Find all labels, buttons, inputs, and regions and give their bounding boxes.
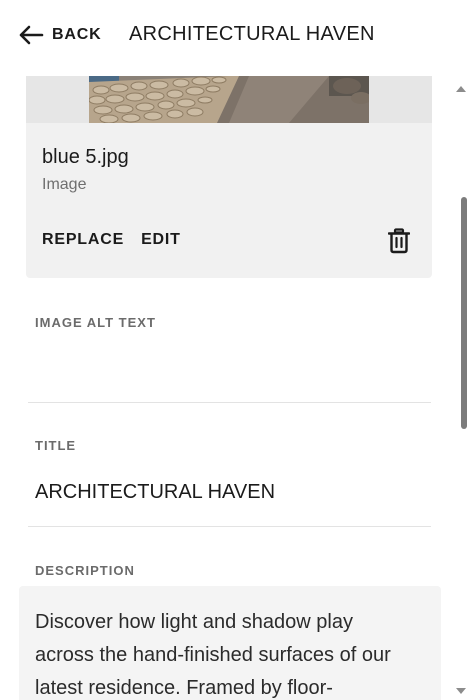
- image-settings-panel: BACK ARCHITECTURAL HAVEN blue 5.jpg Imag…: [0, 0, 467, 700]
- divider: [28, 526, 431, 527]
- edit-button[interactable]: EDIT: [141, 231, 181, 249]
- image-actions: REPLACE EDIT: [42, 231, 181, 249]
- thumbnail-frame: [26, 76, 432, 123]
- title-input[interactable]: ARCHITECTURAL HAVEN: [35, 481, 275, 504]
- back-button[interactable]: BACK: [18, 22, 101, 48]
- alt-text-input[interactable]: [35, 345, 431, 385]
- replace-button[interactable]: REPLACE: [42, 231, 124, 249]
- file-name: blue 5.jpg: [42, 146, 129, 168]
- page-title: ARCHITECTURAL HAVEN: [129, 23, 375, 45]
- scrollbar-thumb[interactable]: [461, 197, 467, 429]
- divider: [28, 402, 431, 403]
- image-card: blue 5.jpg Image REPLACE EDIT: [26, 76, 432, 278]
- description-text: Discover how light and shadow play acros…: [35, 611, 391, 699]
- back-label: BACK: [52, 26, 102, 43]
- scroll-up-arrow-icon[interactable]: [456, 86, 466, 92]
- scroll-down-arrow-icon[interactable]: [456, 688, 466, 694]
- file-type: Image: [42, 176, 87, 193]
- title-label: TITLE: [35, 438, 77, 453]
- trash-icon[interactable]: [387, 228, 411, 254]
- alt-text-label: IMAGE ALT TEXT: [35, 315, 156, 330]
- image-thumbnail[interactable]: [89, 76, 369, 123]
- panel-header: BACK ARCHITECTURAL HAVEN: [0, 0, 467, 72]
- description-label: DESCRIPTION: [35, 563, 135, 578]
- description-textarea[interactable]: Discover how light and shadow play acros…: [19, 586, 441, 700]
- arrow-left-icon: [19, 25, 44, 45]
